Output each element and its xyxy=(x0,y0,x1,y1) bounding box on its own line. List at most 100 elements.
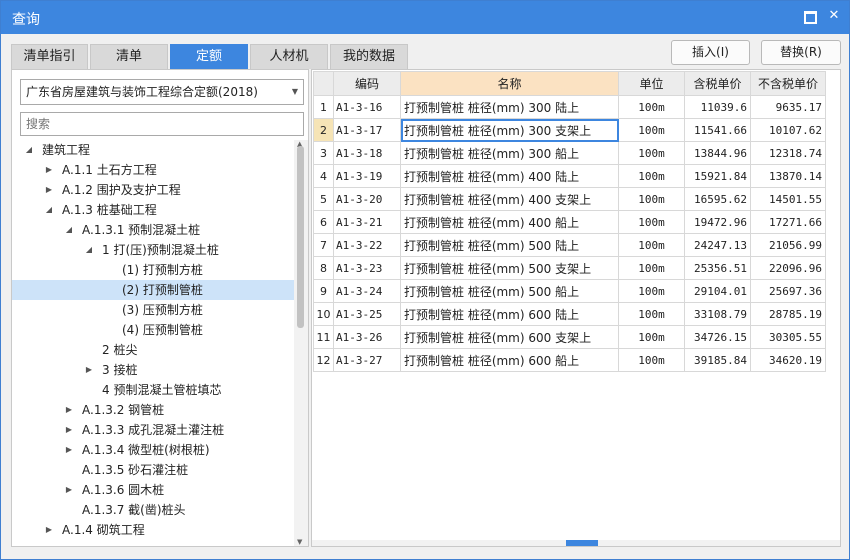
expand-icon[interactable]: ▶ xyxy=(44,520,54,540)
row-index-cell[interactable]: 9 xyxy=(313,279,334,303)
notax-price-cell[interactable]: 22096.96 xyxy=(750,256,826,280)
replace-button[interactable]: 替换(R) xyxy=(761,40,841,65)
table-row[interactable]: 2 A1-3-17 打预制管桩 桩径(mm) 300 支架上 100m 11541.66… xyxy=(313,118,826,142)
tree-node[interactable]: (2) 打预制管桩 xyxy=(12,280,294,300)
unit-cell[interactable]: 100m xyxy=(618,164,685,188)
code-cell[interactable]: A1-3-18 xyxy=(333,141,401,165)
chevron-down-icon[interactable]: ▼ xyxy=(292,80,298,104)
tax-price-cell[interactable]: 16595.62 xyxy=(684,187,751,211)
code-cell[interactable]: A1-3-20 xyxy=(333,187,401,211)
tax-price-cell[interactable]: 11039.6 xyxy=(684,95,751,119)
tree-node[interactable]: ▶ A.1.2 围护及支护工程 xyxy=(12,180,294,200)
collapse-icon[interactable]: ◢ xyxy=(44,200,54,220)
expand-icon[interactable]: ▶ xyxy=(64,480,74,500)
notax-price-cell[interactable]: 14501.55 xyxy=(750,187,826,211)
name-cell[interactable]: 打预制管桩 桩径(mm) 500 支架上 xyxy=(400,256,619,280)
unit-cell[interactable]: 100m xyxy=(618,210,685,234)
scroll-down-icon[interactable]: ▼ xyxy=(297,538,302,546)
name-cell[interactable]: 打预制管桩 桩径(mm) 300 船上 xyxy=(400,141,619,165)
notax-price-cell[interactable]: 9635.17 xyxy=(750,95,826,119)
expand-icon[interactable]: ▶ xyxy=(64,420,74,440)
tree-node[interactable]: ◢ A.1.3 桩基础工程 xyxy=(12,200,294,220)
unit-cell[interactable]: 100m xyxy=(618,118,685,142)
tree-node[interactable]: ◢ A.1.3.1 预制混凝土桩 xyxy=(12,220,294,240)
row-index-cell[interactable]: 7 xyxy=(313,233,334,257)
unit-cell[interactable]: 100m xyxy=(618,233,685,257)
row-index-cell[interactable]: 11 xyxy=(313,325,334,349)
tax-price-cell[interactable]: 34726.15 xyxy=(684,325,751,349)
expand-icon[interactable]: ▶ xyxy=(44,180,54,200)
tree-node[interactable]: ◢ 建筑工程 xyxy=(12,140,294,160)
name-cell[interactable]: 打预制管桩 桩径(mm) 600 船上 xyxy=(400,348,619,372)
splitter-grip-icon[interactable] xyxy=(566,540,598,546)
notax-price-cell[interactable]: 10107.62 xyxy=(750,118,826,142)
notax-price-cell[interactable]: 34620.19 xyxy=(750,348,826,372)
unit-cell[interactable]: 100m xyxy=(618,95,685,119)
name-cell[interactable]: 打预制管桩 桩径(mm) 500 陆上 xyxy=(400,233,619,257)
grid-bottom-scrollbar[interactable] xyxy=(312,540,840,546)
table-row[interactable]: 12 A1-3-27 打预制管桩 桩径(mm) 600 船上 100m 39185.84… xyxy=(313,348,826,372)
maximize-icon[interactable] xyxy=(801,8,817,24)
tab-my-data[interactable]: 我的数据 xyxy=(330,44,408,69)
tree-node[interactable]: ▶ A.1.3.4 微型桩(树根桩) xyxy=(12,440,294,460)
name-cell[interactable]: 打预制管桩 桩径(mm) 300 支架上 xyxy=(400,118,619,142)
code-cell[interactable]: A1-3-21 xyxy=(333,210,401,234)
tree-node[interactable]: (3) 压预制方桩 xyxy=(12,300,294,320)
row-index-cell[interactable]: 1 xyxy=(313,95,334,119)
collapse-icon[interactable]: ◢ xyxy=(64,220,74,240)
tax-price-cell[interactable]: 39185.84 xyxy=(684,348,751,372)
row-index-cell[interactable]: 6 xyxy=(313,210,334,234)
expand-icon[interactable]: ▶ xyxy=(64,400,74,420)
code-cell[interactable]: A1-3-27 xyxy=(333,348,401,372)
row-index-cell[interactable]: 4 xyxy=(313,164,334,188)
quota-library-select[interactable]: 广东省房屋建筑与装饰工程综合定额(2018) ▼ xyxy=(20,79,304,105)
tab-bill-guide[interactable]: 清单指引 xyxy=(11,44,88,69)
expand-icon[interactable]: ▶ xyxy=(64,440,74,460)
tree-scrollbar[interactable]: ▲ ▼ xyxy=(294,140,308,546)
tree-node[interactable]: ▶ A.1.3.2 钢管桩 xyxy=(12,400,294,420)
code-cell[interactable]: A1-3-17 xyxy=(333,118,401,142)
tree-node[interactable]: ▶ 3 接桩 xyxy=(12,360,294,380)
table-row[interactable]: 7 A1-3-22 打预制管桩 桩径(mm) 500 陆上 100m 24247.13 2… xyxy=(313,233,826,257)
insert-button[interactable]: 插入(I) xyxy=(671,40,750,65)
notax-price-cell[interactable]: 30305.55 xyxy=(750,325,826,349)
tree-node[interactable]: A.1.3.5 砂石灌注桩 xyxy=(12,460,294,480)
tree-node[interactable]: ▶ A.1.1 土石方工程 xyxy=(12,160,294,180)
name-cell[interactable]: 打预制管桩 桩径(mm) 400 支架上 xyxy=(400,187,619,211)
tree-node[interactable]: ▶ A.1.4 砌筑工程 xyxy=(12,520,294,540)
table-row[interactable]: 5 A1-3-20 打预制管桩 桩径(mm) 400 支架上 100m 16595.62… xyxy=(313,187,826,211)
tax-price-cell[interactable]: 24247.13 xyxy=(684,233,751,257)
unit-cell[interactable]: 100m xyxy=(618,256,685,280)
table-row[interactable]: 6 A1-3-21 打预制管桩 桩径(mm) 400 船上 100m 19472.96 1… xyxy=(313,210,826,234)
row-index-cell[interactable]: 12 xyxy=(313,348,334,372)
tax-price-cell[interactable]: 33108.79 xyxy=(684,302,751,326)
tree-node[interactable]: A.1.3.7 截(凿)桩头 xyxy=(12,500,294,520)
col-header-notax-price[interactable]: 不含税单价 xyxy=(750,71,826,96)
unit-cell[interactable]: 100m xyxy=(618,348,685,372)
scrollbar-thumb[interactable] xyxy=(297,146,304,328)
tree-node[interactable]: (4) 压预制管桩 xyxy=(12,320,294,340)
tax-price-cell[interactable]: 13844.96 xyxy=(684,141,751,165)
code-cell[interactable]: A1-3-23 xyxy=(333,256,401,280)
tree-node[interactable]: 2 桩尖 xyxy=(12,340,294,360)
table-row[interactable]: 9 A1-3-24 打预制管桩 桩径(mm) 500 船上 100m 29104.01 2… xyxy=(313,279,826,303)
col-header-tax-price[interactable]: 含税单价 xyxy=(684,71,751,96)
col-header-name[interactable]: 名称 xyxy=(400,71,619,96)
collapse-icon[interactable]: ◢ xyxy=(24,140,34,160)
tree-node[interactable]: ▶ A.1.3.6 圆木桩 xyxy=(12,480,294,500)
name-cell[interactable]: 打预制管桩 桩径(mm) 500 船上 xyxy=(400,279,619,303)
notax-price-cell[interactable]: 21056.99 xyxy=(750,233,826,257)
expand-icon[interactable]: ▶ xyxy=(84,360,94,380)
expand-icon[interactable]: ▶ xyxy=(44,160,54,180)
notax-price-cell[interactable]: 12318.74 xyxy=(750,141,826,165)
tree-node[interactable]: ◢ 1 打(压)预制混凝土桩 xyxy=(12,240,294,260)
close-icon[interactable]: ✕ xyxy=(826,8,842,24)
tax-price-cell[interactable]: 15921.84 xyxy=(684,164,751,188)
name-cell[interactable]: 打预制管桩 桩径(mm) 400 船上 xyxy=(400,210,619,234)
code-cell[interactable]: A1-3-25 xyxy=(333,302,401,326)
table-row[interactable]: 1 A1-3-16 打预制管桩 桩径(mm) 300 陆上 100m 11039.6 96… xyxy=(313,95,826,119)
table-row[interactable]: 4 A1-3-19 打预制管桩 桩径(mm) 400 陆上 100m 15921.84 1… xyxy=(313,164,826,188)
title-bar[interactable]: 查询 ✕ xyxy=(1,1,849,34)
tax-price-cell[interactable]: 29104.01 xyxy=(684,279,751,303)
code-cell[interactable]: A1-3-16 xyxy=(333,95,401,119)
